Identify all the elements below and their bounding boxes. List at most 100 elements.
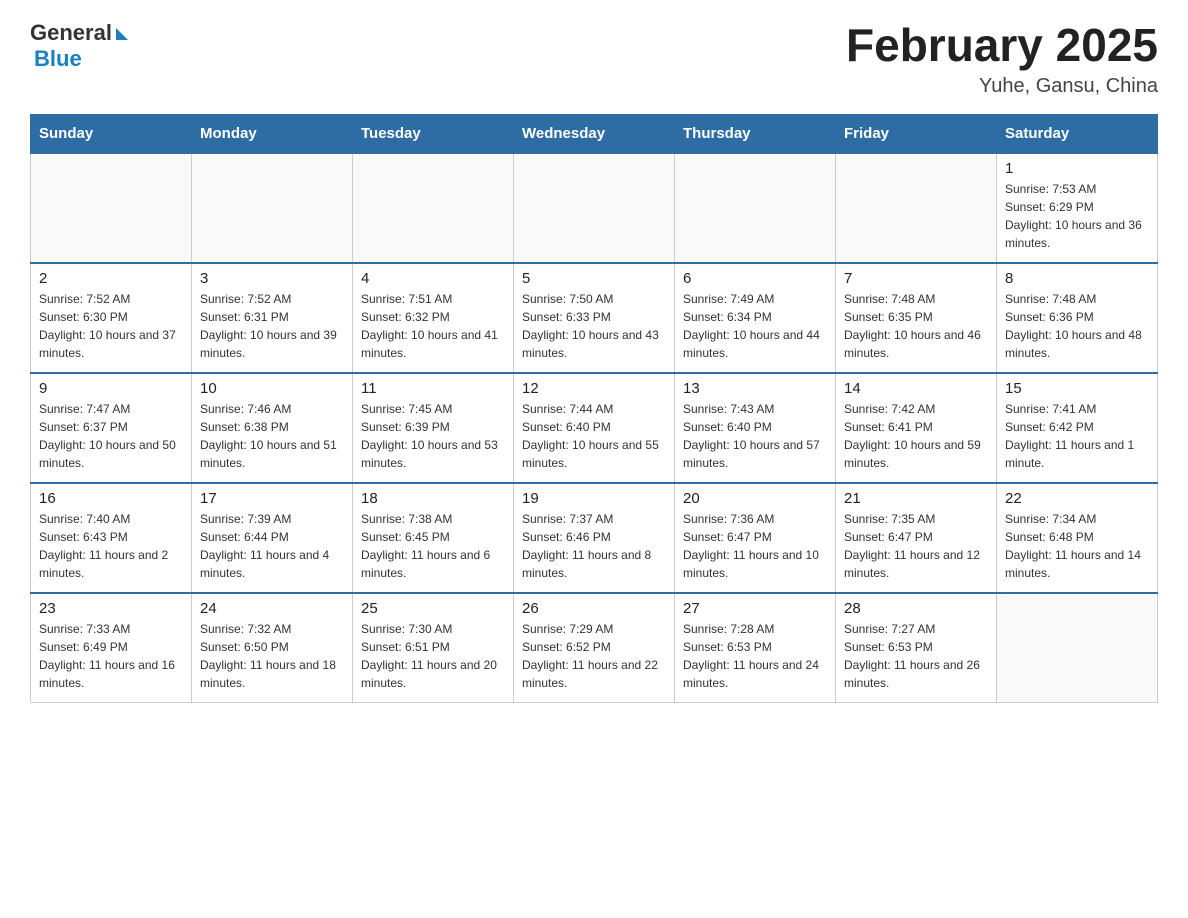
- calendar-cell: 10 Sunrise: 7:46 AMSunset: 6:38 PMDayligh…: [192, 373, 353, 483]
- day-number: 27: [683, 600, 827, 617]
- day-number: 17: [200, 490, 344, 507]
- logo-text-general: General: [30, 20, 112, 46]
- calendar-cell: 9 Sunrise: 7:47 AMSunset: 6:37 PMDaylight…: [31, 373, 192, 483]
- calendar-cell: 1 Sunrise: 7:53 AMSunset: 6:29 PMDaylight…: [997, 153, 1158, 263]
- day-number: 6: [683, 270, 827, 287]
- day-number: 21: [844, 490, 988, 507]
- day-number: 15: [1005, 380, 1149, 397]
- day-info: Sunrise: 7:44 AMSunset: 6:40 PMDaylight:…: [522, 400, 666, 472]
- location-title: Yuhe, Gansu, China: [846, 75, 1158, 98]
- day-info: Sunrise: 7:35 AMSunset: 6:47 PMDaylight:…: [844, 510, 988, 582]
- calendar-cell: 11Sunrise: 7:45 AMSunset: 6:39 PMDayligh…: [353, 373, 514, 483]
- day-info: Sunrise: 7:49 AMSunset: 6:34 PMDaylight:…: [683, 290, 827, 362]
- day-info: Sunrise: 7:38 AMSunset: 6:45 PMDaylight:…: [361, 510, 505, 582]
- day-number: 3: [200, 270, 344, 287]
- day-info: Sunrise: 7:42 AMSunset: 6:41 PMDaylight:…: [844, 400, 988, 472]
- weekday-header-wednesday: Wednesday: [514, 114, 675, 153]
- day-info: Sunrise: 7:33 AMSunset: 6:49 PMDaylight:…: [39, 620, 183, 692]
- calendar-cell: [836, 153, 997, 263]
- weekday-header-sunday: Sunday: [31, 114, 192, 153]
- calendar-week-row: 16 Sunrise: 7:40 AMSunset: 6:43 PMDayligh…: [31, 483, 1158, 593]
- day-info: Sunrise: 7:39 AMSunset: 6:44 PMDaylight:…: [200, 510, 344, 582]
- day-number: 22: [1005, 490, 1149, 507]
- day-number: 2: [39, 270, 183, 287]
- day-number: 25: [361, 600, 505, 617]
- day-number: 14: [844, 380, 988, 397]
- day-number: 26: [522, 600, 666, 617]
- calendar-cell: 22Sunrise: 7:34 AMSunset: 6:48 PMDayligh…: [997, 483, 1158, 593]
- day-info: Sunrise: 7:27 AMSunset: 6:53 PMDaylight:…: [844, 620, 988, 692]
- calendar-cell: 19Sunrise: 7:37 AMSunset: 6:46 PMDayligh…: [514, 483, 675, 593]
- calendar-cell: 3 Sunrise: 7:52 AMSunset: 6:31 PMDaylight…: [192, 263, 353, 373]
- day-info: Sunrise: 7:50 AMSunset: 6:33 PMDaylight:…: [522, 290, 666, 362]
- calendar-cell: [514, 153, 675, 263]
- calendar-cell: 6 Sunrise: 7:49 AMSunset: 6:34 PMDaylight…: [675, 263, 836, 373]
- calendar-table: SundayMondayTuesdayWednesdayThursdayFrid…: [30, 114, 1158, 704]
- calendar-cell: 26 Sunrise: 7:29 AMSunset: 6:52 PMDayligh…: [514, 593, 675, 703]
- day-number: 4: [361, 270, 505, 287]
- calendar-cell: 12 Sunrise: 7:44 AMSunset: 6:40 PMDayligh…: [514, 373, 675, 483]
- day-number: 20: [683, 490, 827, 507]
- day-number: 23: [39, 600, 183, 617]
- day-info: Sunrise: 7:36 AMSunset: 6:47 PMDaylight:…: [683, 510, 827, 582]
- day-number: 24: [200, 600, 344, 617]
- day-number: 10: [200, 380, 344, 397]
- calendar-cell: 4 Sunrise: 7:51 AMSunset: 6:32 PMDaylight…: [353, 263, 514, 373]
- day-info: Sunrise: 7:32 AMSunset: 6:50 PMDaylight:…: [200, 620, 344, 692]
- day-info: Sunrise: 7:53 AMSunset: 6:29 PMDaylight:…: [1005, 180, 1149, 252]
- title-area: February 2025 Yuhe, Gansu, China: [846, 20, 1158, 98]
- calendar-cell: [997, 593, 1158, 703]
- day-number: 5: [522, 270, 666, 287]
- calendar-cell: 8 Sunrise: 7:48 AMSunset: 6:36 PMDaylight…: [997, 263, 1158, 373]
- calendar-cell: 14 Sunrise: 7:42 AMSunset: 6:41 PMDayligh…: [836, 373, 997, 483]
- weekday-header-row: SundayMondayTuesdayWednesdayThursdayFrid…: [31, 114, 1158, 153]
- day-number: 18: [361, 490, 505, 507]
- day-info: Sunrise: 7:43 AMSunset: 6:40 PMDaylight:…: [683, 400, 827, 472]
- weekday-header-thursday: Thursday: [675, 114, 836, 153]
- calendar-cell: 20 Sunrise: 7:36 AMSunset: 6:47 PMDayligh…: [675, 483, 836, 593]
- calendar-week-row: 23 Sunrise: 7:33 AMSunset: 6:49 PMDayligh…: [31, 593, 1158, 703]
- day-info: Sunrise: 7:52 AMSunset: 6:30 PMDaylight:…: [39, 290, 183, 362]
- calendar-cell: 15Sunrise: 7:41 AMSunset: 6:42 PMDayligh…: [997, 373, 1158, 483]
- day-number: 1: [1005, 160, 1149, 177]
- calendar-cell: 18 Sunrise: 7:38 AMSunset: 6:45 PMDayligh…: [353, 483, 514, 593]
- day-info: Sunrise: 7:29 AMSunset: 6:52 PMDaylight:…: [522, 620, 666, 692]
- day-info: Sunrise: 7:37 AMSunset: 6:46 PMDaylight:…: [522, 510, 666, 582]
- day-number: 12: [522, 380, 666, 397]
- day-info: Sunrise: 7:40 AMSunset: 6:43 PMDaylight:…: [39, 510, 183, 582]
- day-number: 16: [39, 490, 183, 507]
- day-number: 8: [1005, 270, 1149, 287]
- page-header: General Blue February 2025 Yuhe, Gansu, …: [30, 20, 1158, 98]
- day-info: Sunrise: 7:47 AMSunset: 6:37 PMDaylight:…: [39, 400, 183, 472]
- day-number: 28: [844, 600, 988, 617]
- weekday-header-tuesday: Tuesday: [353, 114, 514, 153]
- calendar-cell: 17 Sunrise: 7:39 AMSunset: 6:44 PMDayligh…: [192, 483, 353, 593]
- day-number: 13: [683, 380, 827, 397]
- weekday-header-friday: Friday: [836, 114, 997, 153]
- calendar-cell: [192, 153, 353, 263]
- calendar-week-row: 2 Sunrise: 7:52 AMSunset: 6:30 PMDaylight…: [31, 263, 1158, 373]
- day-number: 9: [39, 380, 183, 397]
- day-info: Sunrise: 7:30 AMSunset: 6:51 PMDaylight:…: [361, 620, 505, 692]
- month-title: February 2025: [846, 20, 1158, 71]
- day-info: Sunrise: 7:45 AMSunset: 6:39 PMDaylight:…: [361, 400, 505, 472]
- day-info: Sunrise: 7:46 AMSunset: 6:38 PMDaylight:…: [200, 400, 344, 472]
- calendar-cell: 28 Sunrise: 7:27 AMSunset: 6:53 PMDayligh…: [836, 593, 997, 703]
- calendar-cell: 5 Sunrise: 7:50 AMSunset: 6:33 PMDaylight…: [514, 263, 675, 373]
- calendar-cell: 7 Sunrise: 7:48 AMSunset: 6:35 PMDaylight…: [836, 263, 997, 373]
- weekday-header-monday: Monday: [192, 114, 353, 153]
- logo: General Blue: [30, 20, 128, 72]
- weekday-header-saturday: Saturday: [997, 114, 1158, 153]
- calendar-week-row: 9 Sunrise: 7:47 AMSunset: 6:37 PMDaylight…: [31, 373, 1158, 483]
- logo-text-blue: Blue: [34, 46, 82, 71]
- day-info: Sunrise: 7:48 AMSunset: 6:35 PMDaylight:…: [844, 290, 988, 362]
- day-info: Sunrise: 7:28 AMSunset: 6:53 PMDaylight:…: [683, 620, 827, 692]
- calendar-cell: 23 Sunrise: 7:33 AMSunset: 6:49 PMDayligh…: [31, 593, 192, 703]
- day-info: Sunrise: 7:51 AMSunset: 6:32 PMDaylight:…: [361, 290, 505, 362]
- calendar-cell: 2 Sunrise: 7:52 AMSunset: 6:30 PMDaylight…: [31, 263, 192, 373]
- calendar-cell: 25 Sunrise: 7:30 AMSunset: 6:51 PMDayligh…: [353, 593, 514, 703]
- day-info: Sunrise: 7:52 AMSunset: 6:31 PMDaylight:…: [200, 290, 344, 362]
- calendar-cell: 21 Sunrise: 7:35 AMSunset: 6:47 PMDayligh…: [836, 483, 997, 593]
- day-info: Sunrise: 7:48 AMSunset: 6:36 PMDaylight:…: [1005, 290, 1149, 362]
- day-number: 7: [844, 270, 988, 287]
